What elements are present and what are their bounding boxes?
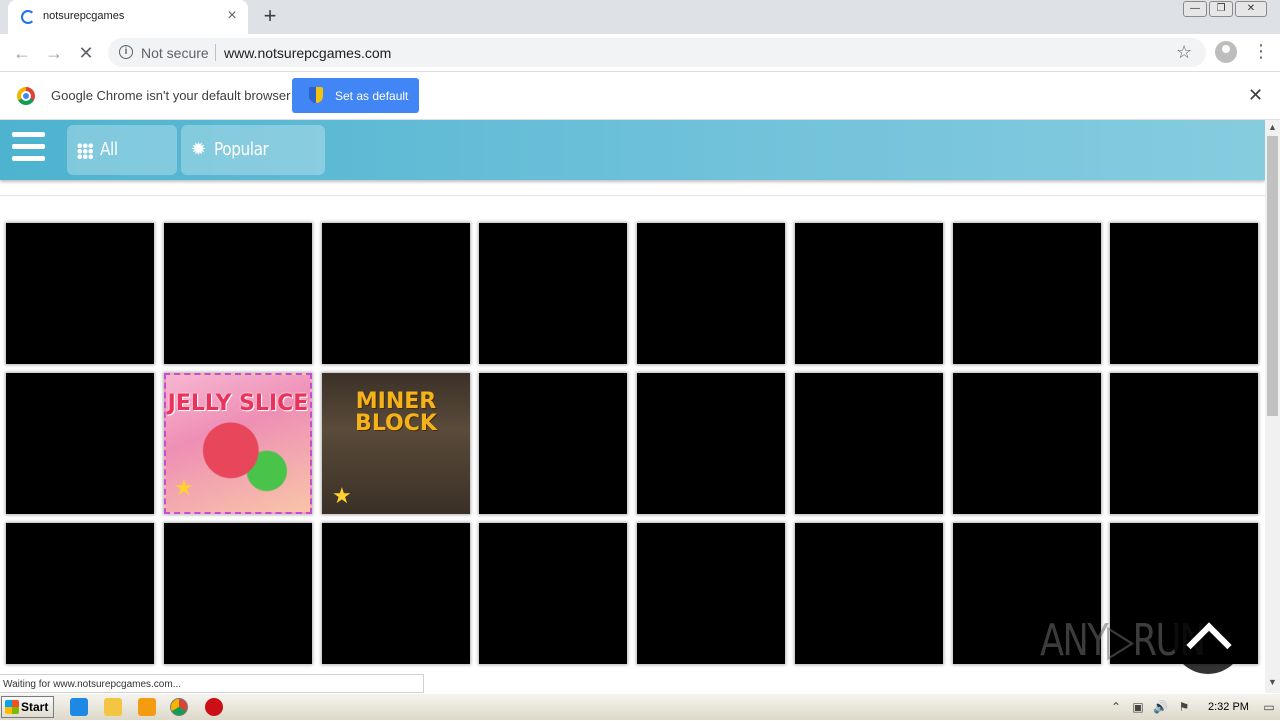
windows-taskbar: Start ⌃ ▣ 🔊 ⚑ ▭ 2:32 PM xyxy=(0,693,1280,720)
set-as-default-label: Set as default xyxy=(335,89,409,103)
game-tile[interactable] xyxy=(1110,223,1258,364)
loading-spinner-icon xyxy=(21,10,35,24)
page-scrollbar[interactable]: ▲ ▼ xyxy=(1265,120,1280,693)
action-center-flag-icon[interactable]: ⚑ xyxy=(1177,700,1191,714)
address-bar[interactable]: i Not secure www.notsurepcgames.com ☆ xyxy=(108,38,1206,67)
default-browser-infobar: Google Chrome isn't your default browser… xyxy=(0,72,1280,120)
new-tab-button[interactable]: + xyxy=(258,4,282,28)
scroll-to-top-button[interactable] xyxy=(1172,602,1244,674)
url-text[interactable]: www.notsurepcgames.com xyxy=(224,45,391,61)
game-tile[interactable] xyxy=(637,523,785,664)
volume-icon[interactable]: 🔊 xyxy=(1153,700,1168,714)
browser-toolbar: ← → ✕ i Not secure www.notsurepcgames.co… xyxy=(0,34,1280,72)
game-tile[interactable] xyxy=(164,223,312,364)
game-tile[interactable] xyxy=(953,223,1101,364)
game-tile[interactable] xyxy=(479,223,627,364)
game-tile[interactable] xyxy=(795,223,943,364)
grid-icon xyxy=(77,143,93,159)
all-games-button[interactable]: All Games xyxy=(67,125,177,210)
status-bubble: Waiting for www.notsurepcgames.com... xyxy=(0,674,424,693)
star-icon: ★ xyxy=(332,483,352,508)
chrome-logo-icon xyxy=(17,87,35,105)
uac-shield-icon xyxy=(309,87,323,103)
star-icon: ★ xyxy=(174,475,194,500)
profile-avatar-icon[interactable] xyxy=(1215,41,1237,63)
security-label[interactable]: Not secure xyxy=(141,45,209,61)
all-games-label: All Games xyxy=(100,139,152,210)
omnibox-divider xyxy=(215,44,216,61)
game-tile[interactable] xyxy=(795,373,943,514)
scroll-up-arrow-icon[interactable]: ▲ xyxy=(1268,122,1277,132)
bookmark-star-icon[interactable]: ☆ xyxy=(1176,42,1192,63)
game-tile[interactable] xyxy=(322,523,470,664)
system-tray: ⌃ ▣ 🔊 ⚑ ▭ xyxy=(1105,694,1280,721)
scroll-thumb[interactable] xyxy=(1267,136,1278,416)
show-hidden-icons-icon[interactable]: ⌃ xyxy=(1109,700,1123,714)
game-thumbnail-logo: JELLY SLICE xyxy=(167,391,309,416)
taskbar-clock[interactable]: 2:32 PM xyxy=(1208,701,1249,713)
infobar-close-icon[interactable]: ✕ xyxy=(1248,85,1263,106)
start-button[interactable]: Start xyxy=(1,696,54,718)
chrome-icon[interactable] xyxy=(170,698,188,716)
start-label: Start xyxy=(21,700,49,714)
set-as-default-button[interactable]: Set as default xyxy=(292,78,419,113)
restore-button[interactable]: ❐ xyxy=(1209,1,1233,17)
game-tile[interactable] xyxy=(6,523,154,664)
media-player-icon[interactable] xyxy=(138,698,156,716)
game-tile[interactable] xyxy=(6,373,154,514)
hamburger-menu-icon[interactable] xyxy=(12,132,45,164)
burst-icon: ✹ xyxy=(191,139,207,159)
windows-logo-icon xyxy=(5,700,19,714)
game-tile[interactable] xyxy=(1110,373,1258,514)
game-tile[interactable]: JELLY SLICE ★ xyxy=(164,373,312,514)
close-window-button[interactable]: ✕ xyxy=(1235,1,1267,17)
game-tile[interactable] xyxy=(322,223,470,364)
ie-icon[interactable] xyxy=(70,698,88,716)
game-tile[interactable] xyxy=(164,523,312,664)
browser-menu-icon[interactable]: ⋮ xyxy=(1252,42,1270,60)
popular-games-button[interactable]: ✹ Popular Games xyxy=(181,125,325,210)
tab-strip: notsurepcgames × + — ❐ ✕ xyxy=(0,0,1280,34)
stop-loading-icon[interactable]: ✕ xyxy=(75,42,97,64)
network-icon[interactable]: ▣ xyxy=(1131,700,1145,714)
game-tile[interactable] xyxy=(795,523,943,664)
game-tile[interactable] xyxy=(953,373,1101,514)
forward-icon[interactable]: → xyxy=(43,42,65,64)
header-divider xyxy=(0,195,1265,196)
game-thumbnail-logo: MINER BLOCK xyxy=(355,389,437,436)
game-tile[interactable] xyxy=(479,373,627,514)
opera-icon[interactable] xyxy=(205,698,223,716)
infobar-message: Google Chrome isn't your default browser xyxy=(51,88,291,103)
game-tile[interactable] xyxy=(637,223,785,364)
show-desktop-icon[interactable]: ▭ xyxy=(1262,700,1276,714)
minimize-button[interactable]: — xyxy=(1183,1,1207,17)
scroll-down-arrow-icon[interactable]: ▼ xyxy=(1268,677,1277,687)
explorer-icon[interactable] xyxy=(104,698,122,716)
game-tile[interactable] xyxy=(637,373,785,514)
popular-games-label: Popular Games xyxy=(214,139,269,210)
game-tile[interactable] xyxy=(6,223,154,364)
tab-close-icon[interactable]: × xyxy=(222,6,242,26)
site-header: All Games ✹ Popular Games xyxy=(0,120,1265,210)
info-icon[interactable]: i xyxy=(119,45,133,59)
browser-tab[interactable]: notsurepcgames × xyxy=(8,0,248,34)
website-viewport: All Games ✹ Popular Games JELLY SLICE ★ MI… xyxy=(0,120,1265,693)
tab-title: notsurepcgames xyxy=(43,10,125,22)
game-tile[interactable]: MINER BLOCK ★ xyxy=(322,373,470,514)
game-tile[interactable] xyxy=(479,523,627,664)
back-icon[interactable]: ← xyxy=(11,42,33,64)
